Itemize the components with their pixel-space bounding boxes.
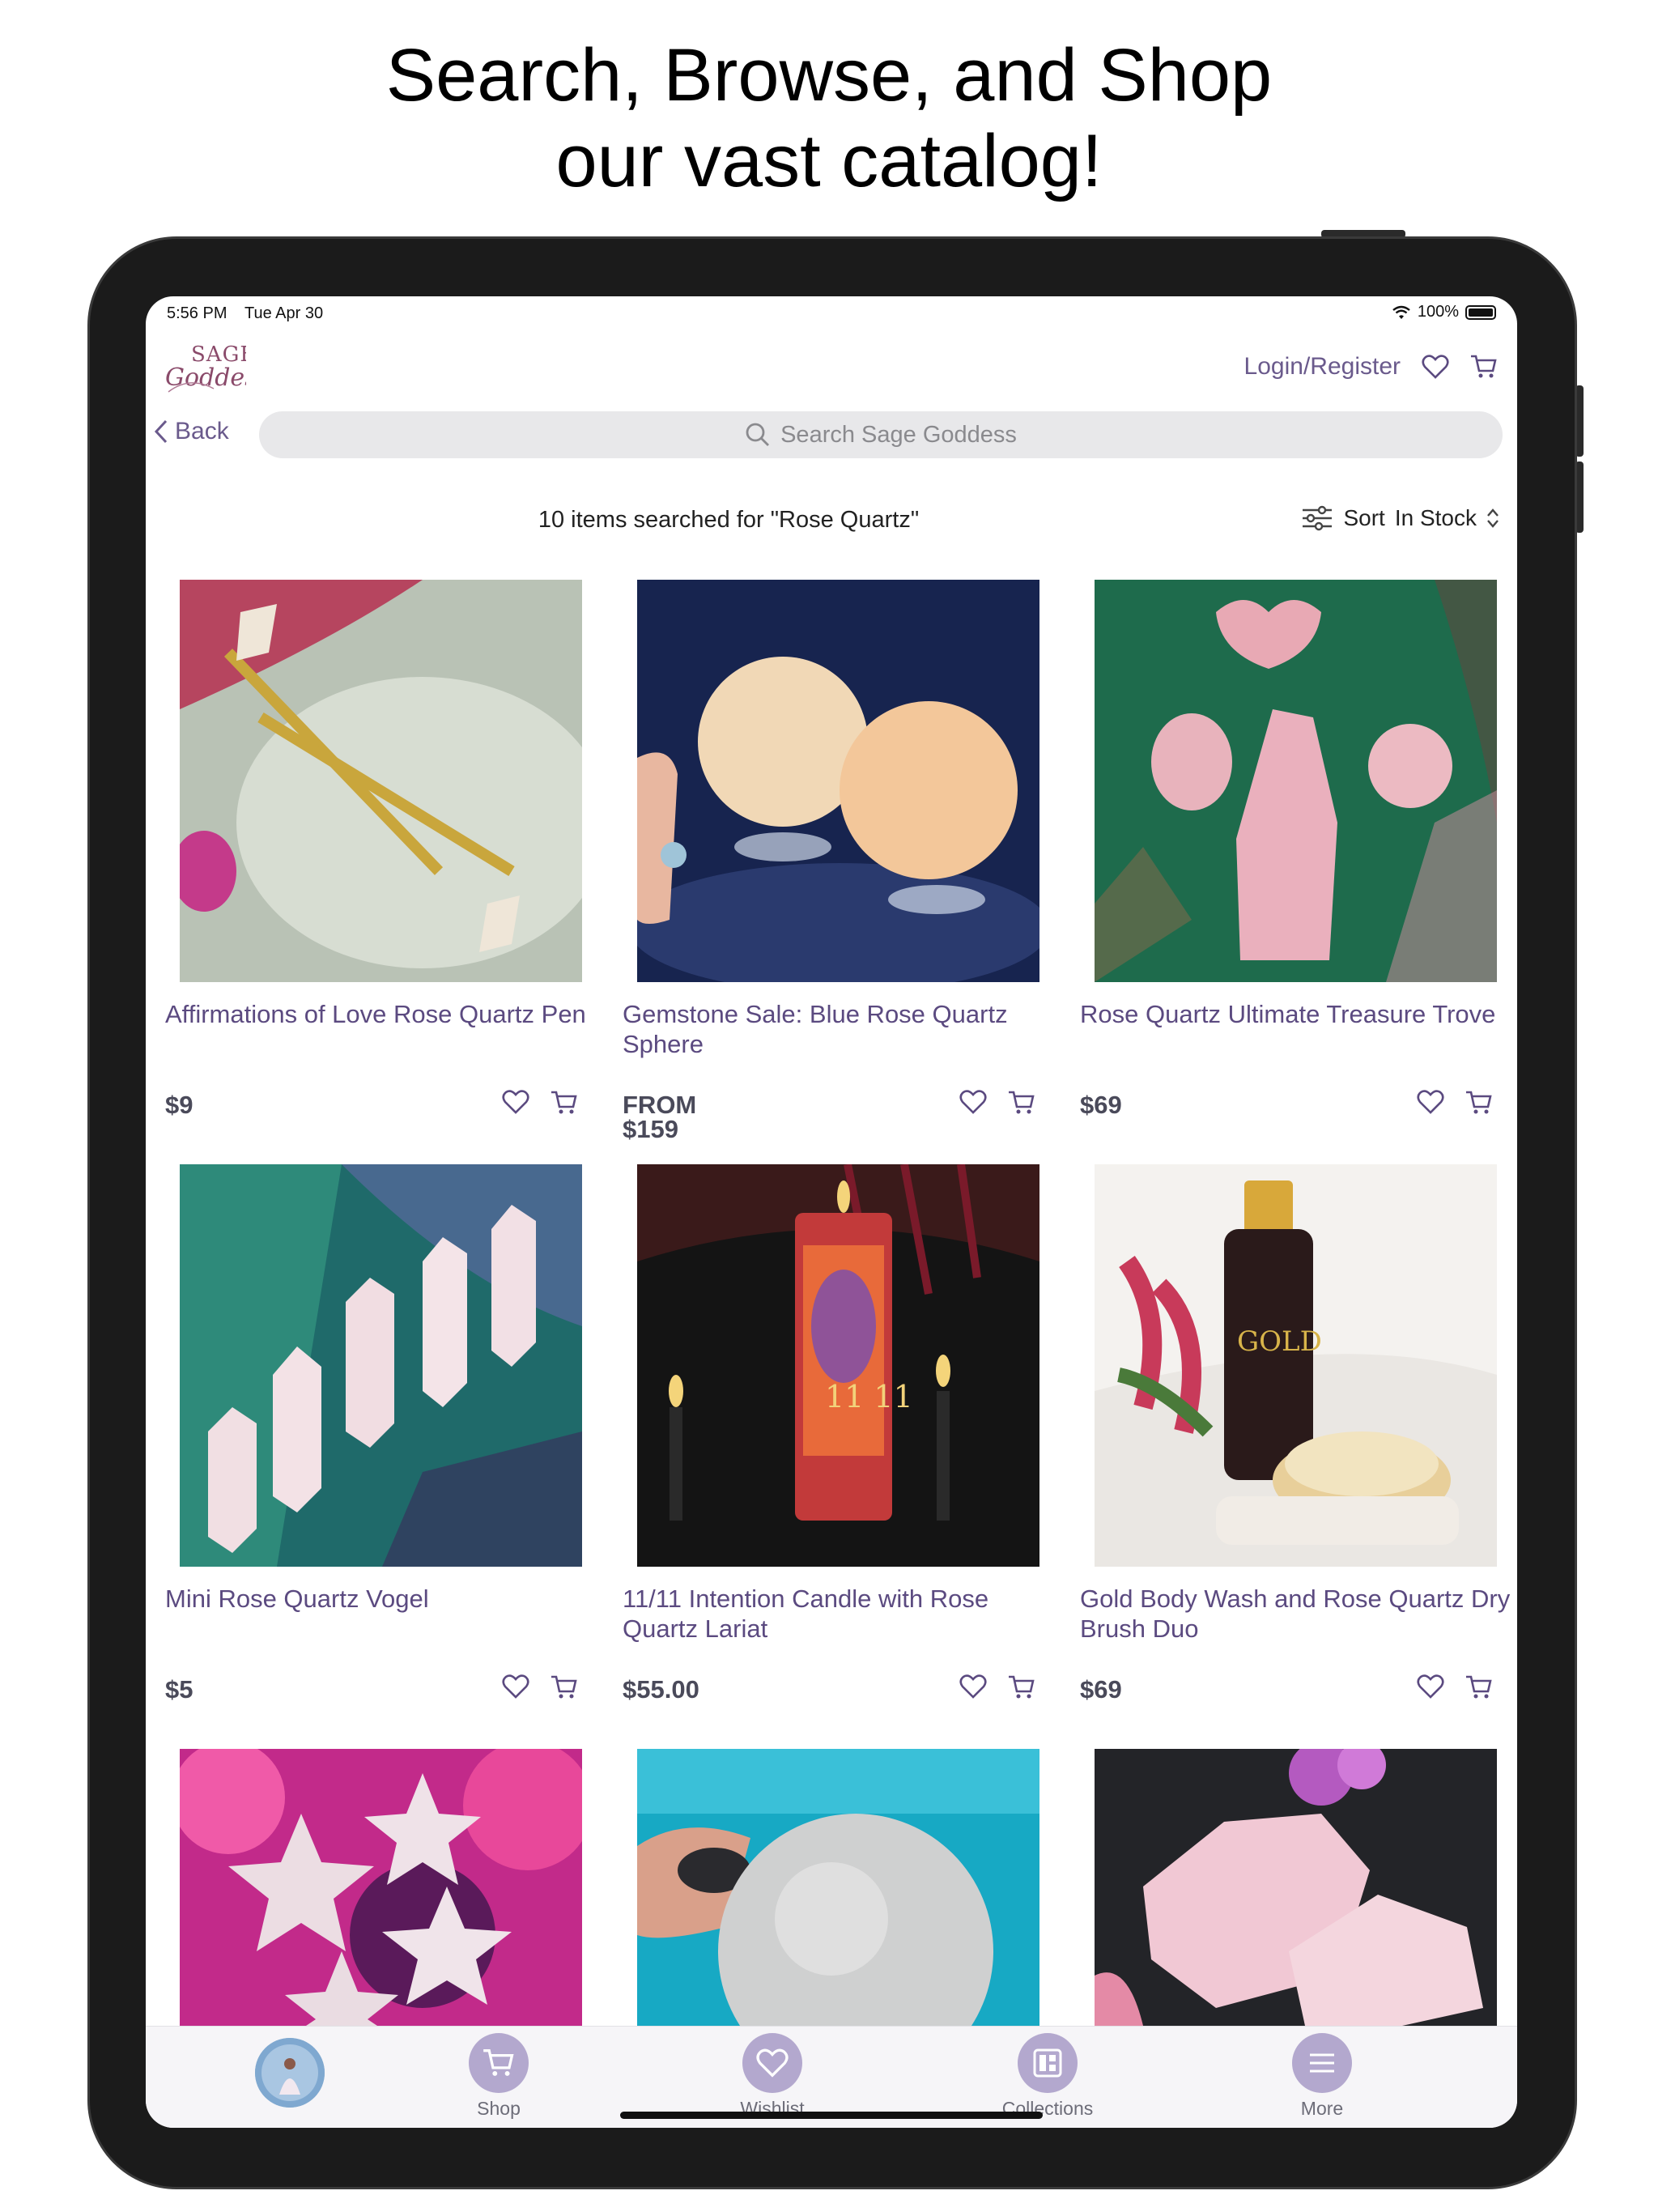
logo-mark: SAGE Goddess (165, 342, 270, 393)
sort-control[interactable]: Sort In Stock (1301, 505, 1499, 531)
tab-wishlist[interactable]: Wishlist (708, 2033, 837, 2120)
product-image-treasure-trove[interactable] (1095, 580, 1497, 982)
tab-shop[interactable]: Shop (434, 2033, 563, 2120)
product-title[interactable]: Gemstone Sale: Blue Rose Quartz Sphere (623, 999, 1060, 1059)
price-value: $9 (165, 1091, 193, 1119)
product-actions (502, 1674, 578, 1700)
search-input[interactable]: Search Sage Goddess (259, 411, 1503, 458)
tab-more-label: More (1300, 2098, 1344, 2119)
back-button[interactable]: Back (154, 418, 229, 445)
back-label: Back (175, 418, 229, 445)
product-title[interactable]: Affirmations of Love Rose Quartz Pen (165, 999, 602, 1029)
app-screen: 5:56 PM Tue Apr 30 100% SAGE Goddess Log… (146, 296, 1517, 2128)
price-value: $69 (1080, 1675, 1122, 1704)
heart-icon (742, 2033, 802, 2093)
product-price: FROM $159 (623, 1091, 697, 1143)
header-actions: Login/Register (1244, 353, 1498, 381)
sage-goddess-logo[interactable]: SAGE Goddess (157, 335, 270, 398)
cart-icon[interactable] (1465, 1674, 1493, 1700)
product-title[interactable]: Mini Rose Quartz Vogel (165, 1584, 602, 1614)
headline: Search, Browse, and Shop our vast catalo… (0, 32, 1658, 204)
goddess-avatar-icon (255, 2038, 325, 2108)
product-title[interactable]: 11/11 Intention Candle with Rose Quartz … (623, 1584, 1060, 1644)
product-image-quartz-slabs[interactable] (1095, 1749, 1497, 2026)
heart-icon[interactable] (502, 1674, 529, 1699)
product-image-quartz-stars[interactable] (180, 1749, 582, 2026)
cart-icon[interactable] (1470, 354, 1498, 380)
price-value: $55.00 (623, 1675, 699, 1704)
cart-icon[interactable] (551, 1090, 578, 1116)
sort-value: In Stock (1394, 505, 1477, 530)
svg-text:11 11: 11 11 (825, 1379, 913, 1414)
wifi-icon (1392, 305, 1410, 319)
sort-label: Sort (1343, 505, 1385, 530)
product-actions (959, 1674, 1035, 1700)
svg-text:GOLD: GOLD (1237, 1325, 1322, 1358)
search-icon (746, 423, 770, 446)
product-image-quartz-ball[interactable] (637, 1749, 1039, 2026)
product-image-rose-quartz-sphere[interactable] (637, 580, 1039, 982)
price-prefix: FROM (623, 1091, 697, 1119)
cart-icon[interactable] (1008, 1090, 1035, 1116)
heart-icon[interactable] (1417, 1674, 1444, 1699)
chevron-updown-icon (1487, 508, 1499, 528)
tab-home[interactable] (225, 2038, 355, 2112)
price-value: $5 (165, 1675, 193, 1704)
heart-icon[interactable] (1422, 355, 1449, 379)
product-title[interactable]: Rose Quartz Ultimate Treasure Trove (1080, 999, 1517, 1029)
svg-text:Goddess: Goddess (165, 364, 246, 392)
status-right: 100% (1392, 303, 1496, 321)
price-value: $159 (623, 1115, 678, 1143)
price-value: $69 (1080, 1091, 1122, 1119)
cart-icon[interactable] (1465, 1090, 1493, 1116)
heart-icon[interactable] (959, 1090, 987, 1114)
product-actions (1417, 1674, 1493, 1700)
product-price: $55.00 (623, 1675, 699, 1704)
product-actions (959, 1090, 1035, 1116)
cart-icon (469, 2033, 529, 2093)
tab-shop-label: Shop (477, 2098, 521, 2119)
status-time: 5:56 PM (167, 304, 227, 322)
heart-icon[interactable] (502, 1090, 529, 1114)
battery-icon (1465, 304, 1496, 320)
status-bar: 5:56 PM Tue Apr 30 100% (146, 296, 1517, 329)
product-image-mini-vogel[interactable] (180, 1164, 582, 1567)
sliders-icon (1303, 505, 1333, 531)
product-image-rose-quartz-pen[interactable] (180, 580, 582, 982)
product-image-body-wash-duo[interactable]: GOLD (1095, 1164, 1497, 1567)
menu-icon (1292, 2033, 1352, 2093)
login-register-link[interactable]: Login/Register (1244, 353, 1401, 381)
battery-percent: 100% (1417, 303, 1459, 321)
search-placeholder: Search Sage Goddess (780, 421, 1017, 448)
product-image-intention-candle[interactable]: 11 11 (637, 1164, 1039, 1567)
cart-icon[interactable] (551, 1674, 578, 1700)
product-title[interactable]: Gold Body Wash and Rose Quartz Dry Brush… (1080, 1584, 1517, 1644)
product-price: $9 (165, 1091, 193, 1119)
tab-collections[interactable]: Collections (983, 2033, 1112, 2120)
collections-icon (1018, 2033, 1078, 2093)
product-actions (502, 1090, 578, 1116)
heart-icon[interactable] (959, 1674, 987, 1699)
results-summary: 10 items searched for "Rose Quartz" (538, 507, 920, 533)
product-price: $69 (1080, 1091, 1122, 1119)
product-actions (1417, 1090, 1493, 1116)
product-price: $5 (165, 1675, 193, 1704)
headline-line-2: our vast catalog! (555, 120, 1103, 202)
chevron-left-icon (154, 419, 168, 444)
home-indicator[interactable] (620, 2112, 1043, 2119)
heart-icon[interactable] (1417, 1090, 1444, 1114)
product-price: $69 (1080, 1675, 1122, 1704)
status-date: Tue Apr 30 (244, 304, 324, 322)
headline-line-1: Search, Browse, and Shop (385, 34, 1273, 117)
cart-icon[interactable] (1008, 1674, 1035, 1700)
tab-more[interactable]: More (1257, 2033, 1387, 2120)
